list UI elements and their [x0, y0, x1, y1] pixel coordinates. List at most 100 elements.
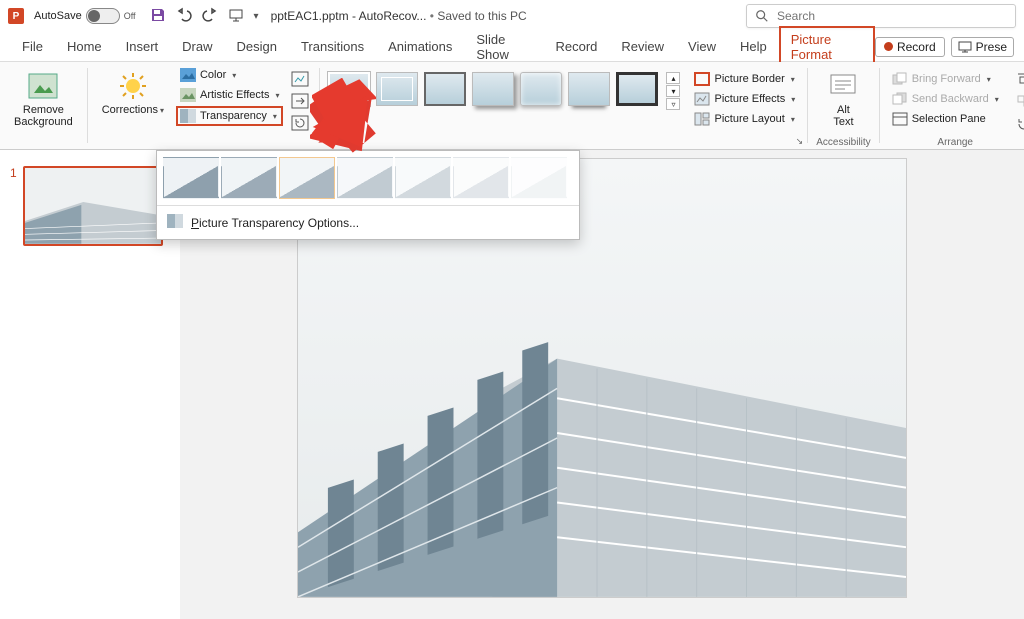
- doc-name: pptEAC1.pptm: [271, 9, 349, 23]
- style-swatch-5[interactable]: [520, 72, 562, 106]
- slide-thumbnail-1[interactable]: [23, 166, 163, 246]
- arrange-mini-column: [1013, 66, 1024, 132]
- picture-border-button[interactable]: Picture Border: [690, 70, 799, 88]
- tab-animations[interactable]: Animations: [376, 33, 464, 60]
- rotate-icon[interactable]: [1013, 114, 1024, 132]
- picture-styles-launcher-icon[interactable]: ↘: [796, 136, 804, 147]
- bring-forward-button[interactable]: Bring Forward: [888, 70, 1003, 88]
- selection-pane-label: Selection Pane: [912, 113, 986, 125]
- save-icon[interactable]: [150, 7, 166, 26]
- bring-forward-label: Bring Forward: [912, 73, 981, 85]
- autosave-switch[interactable]: [86, 8, 120, 24]
- tab-home[interactable]: Home: [55, 33, 114, 60]
- artistic-label: Artistic Effects: [200, 89, 269, 101]
- slide-thumb-number: 1: [10, 166, 17, 180]
- change-picture-icon[interactable]: [289, 92, 311, 110]
- gallery-down-icon[interactable]: ▾: [666, 85, 680, 97]
- alt-text-button[interactable]: Alt Text: [816, 66, 870, 132]
- adjust-row-buttons: Color Artistic Effects Transparency: [176, 66, 284, 148]
- color-button[interactable]: Color: [176, 66, 284, 84]
- send-backward-button[interactable]: Send Backward: [888, 90, 1003, 108]
- present-button-label: Prese: [976, 40, 1007, 54]
- transparency-button[interactable]: Transparency: [176, 106, 284, 126]
- style-swatch-4[interactable]: [472, 72, 514, 106]
- tab-transitions[interactable]: Transitions: [289, 33, 376, 60]
- present-from-start-icon[interactable]: [228, 7, 244, 26]
- autosave-label: AutoSave: [34, 10, 82, 22]
- picture-layout-label: Picture Layout: [714, 113, 784, 125]
- tabs-right: Record Prese: [875, 37, 1014, 57]
- tab-file[interactable]: File: [10, 33, 55, 60]
- align-icon[interactable]: [1013, 70, 1024, 88]
- doc-suffix: - AutoRecov...: [349, 9, 427, 23]
- alt-text-label: Alt Text: [833, 104, 853, 128]
- picture-styles-gallery[interactable]: ▴ ▾ ▿: [328, 66, 680, 110]
- transparency-options-icon: [167, 214, 183, 231]
- record-button[interactable]: Record: [875, 37, 945, 57]
- autosave-toggle[interactable]: AutoSave Off: [34, 8, 136, 24]
- transparency-preset-6[interactable]: [511, 157, 567, 199]
- present-button[interactable]: Prese: [951, 37, 1014, 57]
- style-swatch-6[interactable]: [568, 72, 610, 106]
- tab-help[interactable]: Help: [728, 33, 779, 60]
- style-swatch-2[interactable]: [376, 72, 418, 106]
- tab-review[interactable]: Review: [609, 33, 676, 60]
- transparency-icon: [180, 108, 196, 124]
- remove-background-icon: [27, 70, 59, 102]
- undo-icon[interactable]: [176, 7, 192, 26]
- search-input[interactable]: [775, 8, 1007, 24]
- document-title: pptEAC1.pptm - AutoRecov... • Saved to t…: [271, 9, 527, 23]
- tab-record[interactable]: Record: [543, 33, 609, 60]
- search-icon: [755, 9, 769, 23]
- style-swatch-7[interactable]: [616, 72, 658, 106]
- picture-layout-icon: [694, 111, 710, 127]
- transparency-preset-1[interactable]: [221, 157, 277, 199]
- transparency-preset-2[interactable]: [279, 157, 335, 199]
- group-icon[interactable]: [1013, 92, 1024, 110]
- reset-picture-icon[interactable]: [289, 114, 311, 132]
- alt-text-icon: [827, 70, 859, 102]
- gallery-up-icon[interactable]: ▴: [666, 72, 680, 84]
- thumbnail-pane[interactable]: 1: [0, 150, 180, 619]
- transparency-preset-0[interactable]: [163, 157, 219, 199]
- transparency-preset-3[interactable]: [337, 157, 393, 199]
- ribbon: Remove Background Corrections Color Arti…: [0, 62, 1024, 150]
- style-swatch-3[interactable]: [424, 72, 466, 106]
- transparency-preset-5[interactable]: [453, 157, 509, 199]
- tab-view[interactable]: View: [676, 33, 728, 60]
- tab-insert[interactable]: Insert: [114, 33, 171, 60]
- tab-design[interactable]: Design: [225, 33, 289, 60]
- tab-draw[interactable]: Draw: [170, 33, 224, 60]
- artistic-effects-button[interactable]: Artistic Effects: [176, 86, 284, 104]
- arrange-group-label: Arrange: [908, 137, 1003, 148]
- transparency-preset-4[interactable]: [395, 157, 451, 199]
- transparency-options-label: Picture Transparency Options...: [191, 216, 359, 230]
- accessibility-group-label: Accessibility: [816, 137, 870, 148]
- compress-pictures-icon[interactable]: [289, 70, 311, 88]
- transparency-dropdown: Picture Transparency Options...: [156, 150, 580, 240]
- picture-effects-button[interactable]: Picture Effects: [690, 90, 799, 108]
- qat-more-icon[interactable]: ▾: [254, 11, 259, 22]
- transparency-options-item[interactable]: Picture Transparency Options...: [157, 205, 579, 239]
- picture-effects-icon: [694, 91, 710, 107]
- picture-style-options: Picture Border Picture Effects Picture L…: [690, 66, 799, 128]
- send-backward-label: Send Backward: [912, 93, 989, 105]
- group-picture-styles: ▴ ▾ ▿ Picture Border Picture Effects Pic…: [320, 62, 807, 149]
- corrections-button[interactable]: Corrections: [96, 66, 170, 148]
- picture-layout-button[interactable]: Picture Layout: [690, 110, 799, 128]
- remove-background-button[interactable]: Remove Background: [8, 66, 79, 132]
- ribbon-tabs: File Home Insert Draw Design Transitions…: [0, 32, 1024, 62]
- gallery-more-icon[interactable]: ▿: [666, 98, 680, 110]
- group-arrange: Bring Forward Send Backward Selection Pa…: [880, 62, 1011, 149]
- color-icon: [180, 67, 196, 83]
- saved-status: Saved to this PC: [437, 9, 526, 23]
- search-box[interactable]: [746, 4, 1016, 28]
- annotation-arrow-shape: [312, 78, 376, 156]
- group-adjust: Corrections Color Artistic Effects Trans…: [88, 62, 320, 149]
- selection-pane-button[interactable]: Selection Pane: [888, 110, 1003, 128]
- send-backward-icon: [892, 91, 908, 107]
- remove-background-label: Remove Background: [14, 104, 73, 128]
- building-image[interactable]: [298, 299, 906, 597]
- transparency-label: Transparency: [200, 110, 267, 122]
- redo-icon[interactable]: [202, 7, 218, 26]
